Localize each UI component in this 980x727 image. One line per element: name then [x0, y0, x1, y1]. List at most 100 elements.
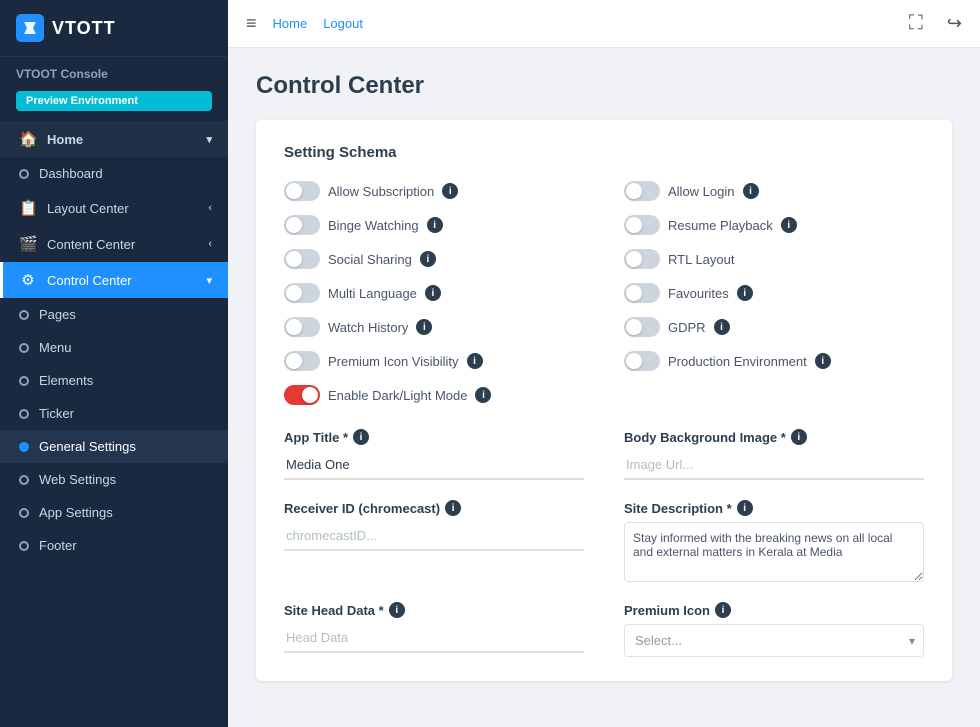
multi-language-toggle[interactable] — [284, 283, 320, 303]
allow-login-info-icon[interactable]: i — [743, 183, 759, 199]
app-title-field: App Title * i — [284, 429, 584, 480]
body-bg-input[interactable] — [624, 451, 924, 480]
console-label: VTOOT Console — [0, 57, 228, 87]
sidebar-item-label: Web Settings — [39, 472, 116, 487]
circle-icon — [19, 508, 29, 518]
circle-icon — [19, 169, 29, 179]
toggle-row-production-environment: Production Environment i — [624, 351, 924, 371]
content-icon: 🎬 — [19, 235, 37, 253]
circle-icon — [19, 475, 29, 485]
premium-icon-info-icon[interactable]: i — [715, 602, 731, 618]
share-icon[interactable]: ↪ — [947, 13, 962, 34]
logout-link[interactable]: Logout — [323, 16, 363, 31]
premium-icon-select[interactable]: Select... — [625, 625, 923, 656]
premium-icon-visibility-toggle[interactable] — [284, 351, 320, 371]
rtl-layout-toggle[interactable] — [624, 249, 660, 269]
sidebar-item-label: Pages — [39, 307, 76, 322]
circle-icon — [19, 376, 29, 386]
social-sharing-info-icon[interactable]: i — [420, 251, 436, 267]
allow-login-toggle[interactable] — [624, 181, 660, 201]
site-description-textarea[interactable]: Stay informed with the breaking news on … — [624, 522, 924, 582]
resume-playback-toggle[interactable] — [624, 215, 660, 235]
receiver-id-input[interactable] — [284, 522, 584, 551]
sidebar-item-web-settings[interactable]: Web Settings — [0, 463, 228, 496]
sidebar-item-content-center[interactable]: 🎬 Content Center ‹ — [0, 226, 228, 262]
production-environment-info-icon[interactable]: i — [815, 353, 831, 369]
toggle-row-social-sharing: Social Sharing i — [284, 249, 584, 269]
toggle-row-multi-language: Multi Language i — [284, 283, 584, 303]
chevron-down-icon: ▾ — [206, 274, 212, 287]
binge-watching-toggle[interactable] — [284, 215, 320, 235]
resume-playback-info-icon[interactable]: i — [781, 217, 797, 233]
sidebar-logo[interactable]: VTOTT — [0, 0, 228, 57]
multi-language-label: Multi Language — [328, 286, 417, 301]
premium-icon-field: Premium Icon i Select... ▾ — [624, 602, 924, 657]
body-bg-label: Body Background Image * i — [624, 429, 924, 445]
main-content: ≡ Home Logout ⛶ ↪ Control Center Setting… — [228, 0, 980, 727]
sidebar-item-ticker[interactable]: Ticker — [0, 397, 228, 430]
production-environment-label: Production Environment — [668, 354, 807, 369]
binge-watching-info-icon[interactable]: i — [427, 217, 443, 233]
fullscreen-icon[interactable]: ⛶ — [909, 12, 923, 35]
site-description-label: Site Description * i — [624, 500, 924, 516]
circle-icon — [19, 442, 29, 452]
multi-language-info-icon[interactable]: i — [425, 285, 441, 301]
receiver-id-info-icon[interactable]: i — [445, 500, 461, 516]
sidebar-item-elements[interactable]: Elements — [0, 364, 228, 397]
site-head-data-field: Site Head Data * i — [284, 602, 584, 657]
body-bg-info-icon[interactable]: i — [791, 429, 807, 445]
sidebar-item-layout-center[interactable]: 📋 Layout Center ‹ — [0, 190, 228, 226]
premium-icon-visibility-label: Premium Icon Visibility — [328, 354, 459, 369]
sidebar-item-home[interactable]: 🏠 Home ▾ — [0, 121, 228, 157]
watch-history-toggle[interactable] — [284, 317, 320, 337]
favourites-toggle[interactable] — [624, 283, 660, 303]
home-link[interactable]: Home — [273, 16, 308, 31]
hamburger-icon[interactable]: ≡ — [246, 13, 257, 34]
gdpr-label: GDPR — [668, 320, 706, 335]
toggle-row-premium-icon-visibility: Premium Icon Visibility i — [284, 351, 584, 371]
sidebar-item-pages[interactable]: Pages — [0, 298, 228, 331]
site-head-data-input[interactable] — [284, 624, 584, 653]
premium-icon-label: Premium Icon i — [624, 602, 924, 618]
premium-icon-visibility-info-icon[interactable]: i — [467, 353, 483, 369]
sidebar-item-label: App Settings — [39, 505, 113, 520]
allow-subscription-toggle[interactable] — [284, 181, 320, 201]
sidebar-item-control-center[interactable]: ⚙ Control Center ▾ — [0, 262, 228, 298]
resume-playback-label: Resume Playback — [668, 218, 773, 233]
favourites-info-icon[interactable]: i — [737, 285, 753, 301]
logo-text: VTOTT — [52, 18, 116, 39]
site-head-data-info-icon[interactable]: i — [389, 602, 405, 618]
app-title-input[interactable] — [284, 451, 584, 480]
receiver-id-field: Receiver ID (chromecast) i — [284, 500, 584, 582]
favourites-label: Favourites — [668, 286, 729, 301]
watch-history-info-icon[interactable]: i — [416, 319, 432, 335]
sidebar-item-label: General Settings — [39, 439, 136, 454]
allow-subscription-info-icon[interactable]: i — [442, 183, 458, 199]
dark-light-info-icon[interactable]: i — [475, 387, 491, 403]
dark-light-label: Enable Dark/Light Mode — [328, 388, 467, 403]
control-icon: ⚙ — [19, 271, 37, 289]
sidebar-item-dashboard[interactable]: Dashboard — [0, 157, 228, 190]
toggle-row-resume-playback: Resume Playback i — [624, 215, 924, 235]
gdpr-toggle[interactable] — [624, 317, 660, 337]
chevron-left-icon: ‹ — [208, 202, 212, 214]
sidebar-item-general-settings[interactable]: General Settings — [0, 430, 228, 463]
site-head-data-label: Site Head Data * i — [284, 602, 584, 618]
dark-light-toggle[interactable] — [284, 385, 320, 405]
gdpr-info-icon[interactable]: i — [714, 319, 730, 335]
sidebar-item-label: Ticker — [39, 406, 74, 421]
env-badge: Preview Environment — [16, 91, 212, 111]
toggle-row-favourites: Favourites i — [624, 283, 924, 303]
site-description-info-icon[interactable]: i — [737, 500, 753, 516]
logo-icon — [16, 14, 44, 42]
sidebar-item-footer[interactable]: Footer — [0, 529, 228, 562]
app-title-info-icon[interactable]: i — [353, 429, 369, 445]
sidebar-item-app-settings[interactable]: App Settings — [0, 496, 228, 529]
toggle-row-watch-history: Watch History i — [284, 317, 584, 337]
toggle-row-dark-light: Enable Dark/Light Mode i — [284, 385, 584, 405]
social-sharing-toggle[interactable] — [284, 249, 320, 269]
circle-icon — [19, 343, 29, 353]
sidebar-item-menu[interactable]: Menu — [0, 331, 228, 364]
production-environment-toggle[interactable] — [624, 351, 660, 371]
circle-icon — [19, 541, 29, 551]
